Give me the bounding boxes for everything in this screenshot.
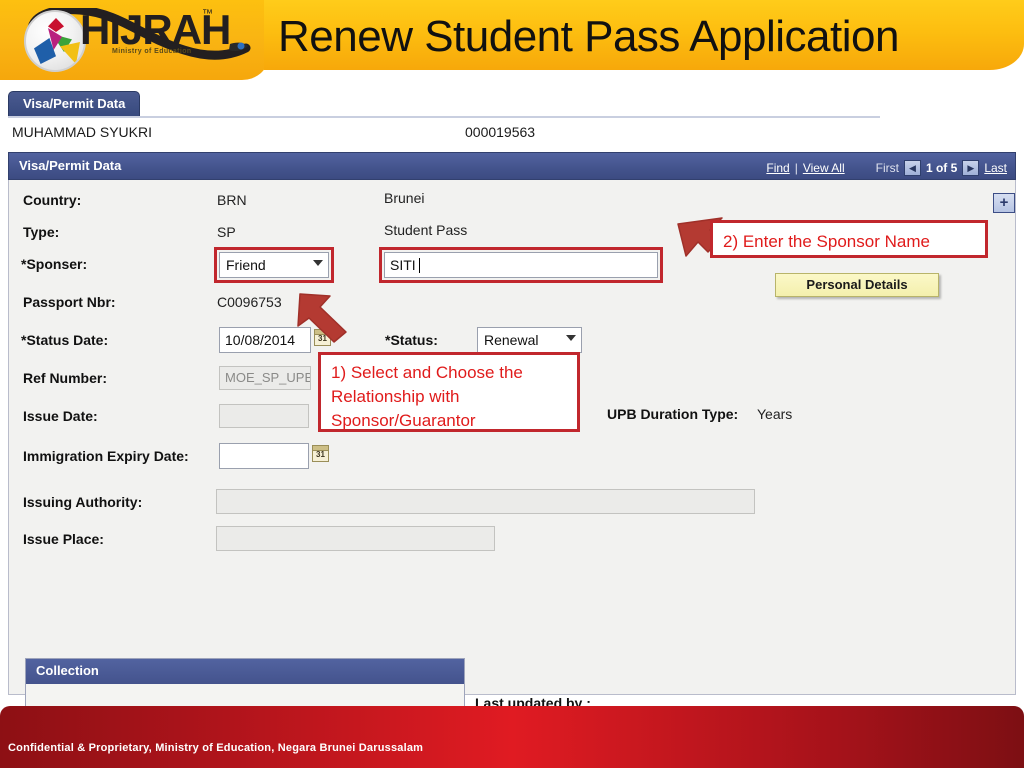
type-code-value: SP <box>217 224 236 240</box>
page-root: HIJRAH ™ Ministry of Education Renew Stu… <box>0 0 1024 768</box>
country-code-value: BRN <box>217 192 247 208</box>
collection-title: Collection <box>26 659 464 684</box>
view-all-link[interactable]: View All <box>803 161 845 175</box>
record-navigation: Find | View All First ◀ 1 of 5 ▶ Last <box>766 158 1007 178</box>
first-label: First <box>875 161 899 175</box>
issue-date-label: Issue Date: <box>23 408 98 424</box>
sponser-label: *Sponser: <box>21 256 88 272</box>
upb-duration-value: Years <box>757 406 793 422</box>
hijrah-logo: HIJRAH ™ Ministry of Education <box>6 2 262 78</box>
last-link[interactable]: Last <box>984 161 1007 175</box>
ref-number-value: MOE_SP_UPB <box>225 370 311 385</box>
status-date-label: *Status Date: <box>21 332 109 348</box>
ref-number-label: Ref Number: <box>23 370 108 386</box>
country-label: Country: <box>23 192 82 208</box>
logo-trademark: ™ <box>202 8 213 20</box>
group-header-bar: Visa/Permit Data Find | View All First ◀… <box>8 152 1016 180</box>
tab-bar: Visa/Permit Data <box>8 91 1018 118</box>
sponser-relationship-select[interactable]: Friend <box>219 252 329 278</box>
sponsor-name-input[interactable]: SITI <box>384 252 658 278</box>
callout-one: 1) Select and Choose the Relationship wi… <box>318 352 580 432</box>
group-title: Visa/Permit Data <box>19 158 122 173</box>
immigration-expiry-input[interactable] <box>219 443 309 469</box>
person-id: 000019563 <box>465 124 536 140</box>
type-label: Type: <box>23 224 60 240</box>
person-name: MUHAMMAD SYUKRI <box>12 124 153 140</box>
footer-text: Confidential & Proprietary, Ministry of … <box>8 742 424 754</box>
nav-separator: | <box>794 161 798 175</box>
previous-row-icon[interactable]: ◀ <box>903 160 921 176</box>
next-row-icon[interactable]: ▶ <box>962 160 980 176</box>
status-value: Renewal <box>484 332 539 348</box>
issuing-authority-label: Issuing Authority: <box>23 494 143 510</box>
row-counter: 1 of 5 <box>925 161 958 175</box>
sponsor-name-value: SITI <box>390 257 416 273</box>
issue-place-input <box>216 526 495 551</box>
issue-date-input <box>219 404 309 428</box>
type-name-value: Student Pass <box>384 222 468 238</box>
logo-globe-icon <box>24 10 86 72</box>
tab-underline <box>8 116 880 118</box>
issue-place-label: Issue Place: <box>23 531 104 547</box>
add-row-button[interactable]: + <box>993 193 1015 213</box>
person-header: MUHAMMAD SYUKRI 000019563 <box>10 124 890 146</box>
sponser-relationship-value: Friend <box>226 257 266 273</box>
issuing-authority-input <box>216 489 755 514</box>
status-label: *Status: <box>385 332 438 348</box>
immigration-expiry-label: Immigration Expiry Date: <box>23 448 189 464</box>
ref-number-input: MOE_SP_UPB <box>219 366 311 390</box>
passport-label: Passport Nbr: <box>23 294 116 310</box>
chevron-down-icon <box>566 335 576 341</box>
status-select[interactable]: Renewal <box>477 327 582 353</box>
find-link[interactable]: Find <box>766 161 789 175</box>
upb-duration-label: UPB Duration Type: <box>607 406 739 422</box>
passport-value: C0096753 <box>217 294 282 310</box>
tab-visa-permit-data[interactable]: Visa/Permit Data <box>8 91 141 116</box>
callout-two: 2) Enter the Sponsor Name <box>710 220 988 258</box>
status-date-value: 10/08/2014 <box>225 332 296 348</box>
text-cursor <box>418 258 420 273</box>
app-header: HIJRAH ™ Ministry of Education Renew Stu… <box>0 0 1024 80</box>
page-title: Renew Student Pass Application <box>278 12 899 61</box>
footer-bar: Confidential & Proprietary, Ministry of … <box>0 706 1024 768</box>
personal-details-button[interactable]: Personal Details <box>775 273 939 297</box>
country-name-value: Brunei <box>384 190 425 206</box>
callout-one-arrow-icon <box>297 293 347 343</box>
calendar-icon[interactable]: 31 <box>312 445 329 462</box>
chevron-down-icon <box>313 260 323 266</box>
logo-tagline: Ministry of Education <box>112 48 192 55</box>
